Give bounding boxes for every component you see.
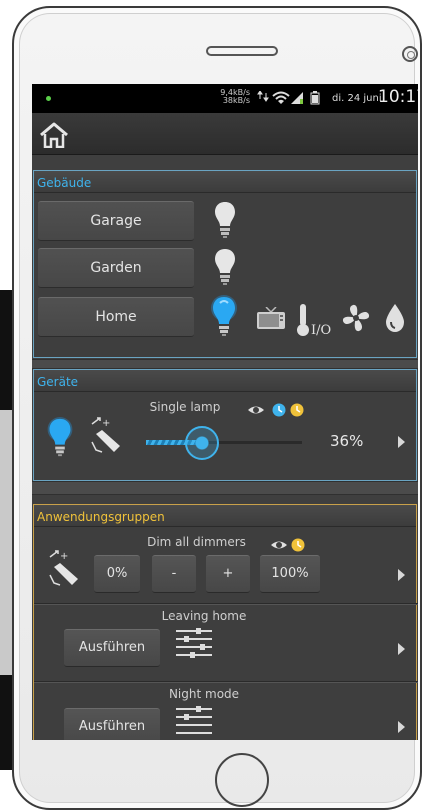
dim-full-button[interactable]: 100% (260, 555, 320, 593)
groups-panel: Anwendungsgruppen Dim all dimmers + 0% -… (33, 504, 418, 740)
sliders-settings-icon (176, 628, 212, 658)
slider-thumb[interactable] (185, 426, 219, 460)
home-icon[interactable] (38, 122, 70, 148)
app-screen: 9,4kB/s 38kB/s di. 24 juni 10:17 Gebäude… (32, 84, 418, 740)
lightbulb-on-icon (211, 295, 237, 336)
lightbulb-off-icon (215, 249, 235, 285)
front-camera (402, 46, 418, 62)
groups-title: Anwendungsgruppen (34, 505, 416, 527)
net-down-text: 38kB/s (222, 96, 250, 105)
screenshot: { "status_bar": { "net_up": "9,4kB/s", "… (0, 0, 433, 811)
chevron-right-icon[interactable] (398, 436, 405, 448)
clock-blue-icon (272, 403, 286, 417)
thermometer-io-icon: I/O (297, 304, 331, 337)
dim-gesture-icon: + (49, 550, 78, 586)
devices-panel: Geräte Single lamp + 36% (33, 369, 417, 481)
signal-icon (291, 92, 303, 104)
lamp-status-icons (248, 403, 304, 417)
chevron-right-icon[interactable] (398, 569, 405, 581)
network-speed: 9,4kB/s 38kB/s (210, 89, 250, 105)
action-bar (32, 113, 418, 155)
section-divider (32, 359, 418, 369)
section-divider (32, 481, 418, 495)
dim-decrease-button[interactable]: - (152, 555, 196, 593)
tv-icon (257, 307, 285, 329)
room-button-garden[interactable]: Garden (38, 248, 194, 288)
row-divider (34, 681, 418, 682)
status-date: di. 24 juni (332, 93, 382, 104)
night-mode-run-button[interactable]: Ausführen (64, 708, 160, 740)
status-time: 10:17 (378, 87, 418, 107)
wifi-icon (272, 91, 290, 104)
lightbulb-off-icon (215, 202, 235, 238)
svg-text:I/O: I/O (311, 323, 331, 337)
chevron-right-icon[interactable] (398, 643, 405, 655)
room-button-home[interactable]: Home (38, 297, 194, 337)
buildings-title: Gebäude (34, 171, 416, 193)
sliders-settings-icon (176, 706, 212, 734)
battery-icon (310, 91, 320, 105)
svg-text:+: + (60, 551, 68, 562)
clock-yellow-icon (290, 403, 304, 417)
lightbulb-on-icon (47, 417, 73, 457)
dim-zero-button[interactable]: 0% (94, 555, 140, 593)
status-icons (257, 91, 320, 105)
svg-text:+: + (102, 418, 110, 429)
water-drop-icon (386, 304, 404, 332)
dim-gesture-icon: + (91, 417, 120, 453)
devices-title: Geräte (34, 370, 416, 392)
buildings-panel: Gebäude Garage Garden Home I/O (33, 170, 417, 358)
night-mode-label: Night mode (168, 687, 240, 701)
single-lamp-label: Single lamp (149, 400, 221, 414)
data-arrows-icon (257, 91, 269, 102)
single-lamp-slider[interactable] (146, 426, 302, 460)
fan-icon (342, 304, 370, 332)
room-button-garage[interactable]: Garage (38, 201, 194, 241)
chevron-right-icon[interactable] (398, 721, 405, 733)
clock-yellow-icon (291, 538, 305, 552)
notification-dot-icon (46, 96, 51, 101)
row-divider (34, 603, 418, 604)
eye-icon (271, 541, 287, 549)
dim-all-label: Dim all dimmers (147, 535, 246, 549)
leaving-home-run-button[interactable]: Ausführen (64, 629, 160, 667)
dim-status-icons (271, 538, 305, 552)
dim-increase-button[interactable]: + (206, 555, 250, 593)
leaving-home-label: Leaving home (161, 609, 247, 623)
single-lamp-value: 36% (330, 432, 364, 450)
status-bar: 9,4kB/s 38kB/s di. 24 juni 10:17 (32, 84, 418, 113)
hardware-home-button[interactable] (215, 753, 269, 807)
eye-icon (248, 406, 264, 414)
speaker-grille (206, 46, 278, 56)
